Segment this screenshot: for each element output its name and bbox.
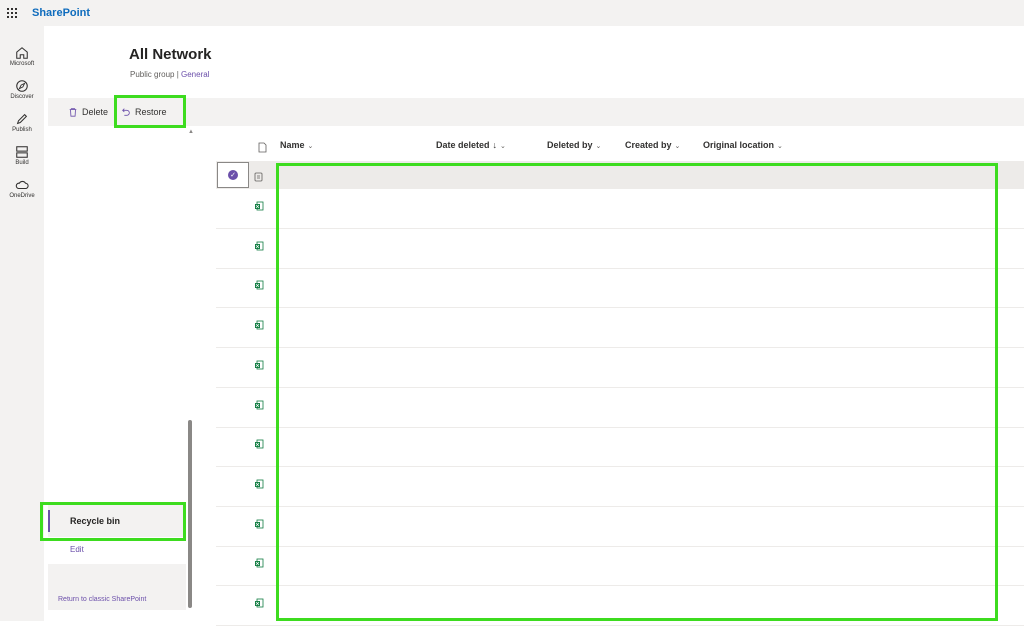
column-header-label: Name bbox=[280, 140, 305, 150]
excel-file-icon bbox=[254, 317, 264, 335]
nav-edit-link[interactable]: Edit bbox=[70, 545, 84, 554]
nav-footer: Return to classic SharePoint bbox=[48, 564, 186, 610]
return-classic-link[interactable]: Return to classic SharePoint bbox=[58, 596, 146, 603]
app-bar: Microsoft Discover Publish Build OneDriv… bbox=[0, 26, 44, 621]
redacted-content-box bbox=[276, 163, 998, 621]
rail-item-label: Discover bbox=[10, 94, 34, 100]
site-title[interactable]: All Network bbox=[129, 46, 212, 63]
build-icon bbox=[16, 146, 28, 158]
column-header-original-location[interactable]: Original location ⌄ bbox=[703, 140, 783, 150]
site-subtitle: Public group | General bbox=[130, 70, 209, 79]
app-title[interactable]: SharePoint bbox=[32, 7, 90, 19]
pencil-icon bbox=[16, 113, 28, 125]
chevron-down-icon: ⌄ bbox=[777, 143, 783, 150]
column-header-created-by[interactable]: Created by ⌄ bbox=[625, 140, 680, 150]
rail-item-build[interactable]: Build bbox=[0, 139, 44, 172]
rail-item-microsoft[interactable]: Microsoft bbox=[0, 40, 44, 73]
group-link[interactable]: General bbox=[181, 70, 209, 79]
excel-file-icon bbox=[254, 516, 264, 534]
excel-file-icon bbox=[254, 397, 264, 415]
chevron-down-icon: ⌄ bbox=[595, 143, 602, 150]
checkmark-icon: ✓ bbox=[228, 170, 238, 180]
column-header-deleted-by[interactable]: Deleted by ⌄ bbox=[547, 140, 601, 150]
excel-file-icon bbox=[254, 555, 264, 573]
nav-scrollbar-thumb[interactable] bbox=[188, 420, 192, 608]
file-type-header-icon[interactable] bbox=[258, 140, 267, 158]
left-navigation: ▲ Recycle bin Edit Return to classic Sha… bbox=[48, 126, 198, 621]
column-header-label: Deleted by bbox=[547, 140, 593, 150]
column-header-label: Created by bbox=[625, 140, 672, 150]
delete-button[interactable]: Delete bbox=[68, 98, 108, 126]
app-launcher-icon[interactable] bbox=[0, 0, 24, 26]
excel-file-icon bbox=[254, 238, 264, 256]
rail-item-discover[interactable]: Discover bbox=[0, 73, 44, 106]
scroll-up-icon[interactable]: ▲ bbox=[188, 129, 194, 135]
suite-header: SharePoint bbox=[0, 0, 1024, 26]
cloud-icon bbox=[15, 180, 29, 190]
rail-item-label: Publish bbox=[12, 127, 32, 133]
rail-item-publish[interactable]: Publish bbox=[0, 106, 44, 139]
group-type-text: Public group | bbox=[130, 70, 181, 79]
column-header-label: Date deleted bbox=[436, 140, 490, 150]
list-item-icon bbox=[254, 169, 263, 187]
rail-item-label: Build bbox=[15, 160, 29, 166]
command-bar: Delete Restore bbox=[48, 98, 1024, 126]
excel-file-icon bbox=[254, 476, 264, 494]
chevron-down-icon: ⌄ bbox=[307, 143, 314, 150]
site-header: All Network Public group | General bbox=[48, 26, 1024, 98]
column-header-date-deleted[interactable]: Date deleted ↓ ⌄ bbox=[436, 140, 506, 150]
row-checkbox[interactable]: ✓ bbox=[217, 162, 249, 188]
excel-file-icon bbox=[254, 595, 264, 613]
rail-item-onedrive[interactable]: OneDrive bbox=[0, 172, 44, 205]
rail-item-label: OneDrive bbox=[9, 193, 35, 199]
chevron-down-icon: ⌄ bbox=[674, 143, 681, 150]
excel-file-icon bbox=[254, 436, 264, 454]
recycle-bin-highlight-box bbox=[40, 502, 186, 541]
chevron-down-icon: ⌄ bbox=[500, 143, 506, 150]
home-icon bbox=[16, 47, 28, 59]
restore-highlight-box bbox=[114, 95, 186, 128]
excel-file-icon bbox=[254, 277, 264, 295]
delete-label: Delete bbox=[82, 107, 109, 117]
trash-icon bbox=[69, 108, 77, 117]
excel-file-icon bbox=[254, 198, 264, 216]
rail-item-label: Microsoft bbox=[9, 61, 35, 67]
excel-file-icon bbox=[254, 357, 264, 375]
column-header-label: Original location bbox=[703, 140, 775, 150]
sort-descending-icon: ↓ bbox=[492, 140, 498, 150]
compass-icon bbox=[16, 80, 28, 92]
column-header-name[interactable]: Name ⌄ bbox=[280, 140, 313, 150]
